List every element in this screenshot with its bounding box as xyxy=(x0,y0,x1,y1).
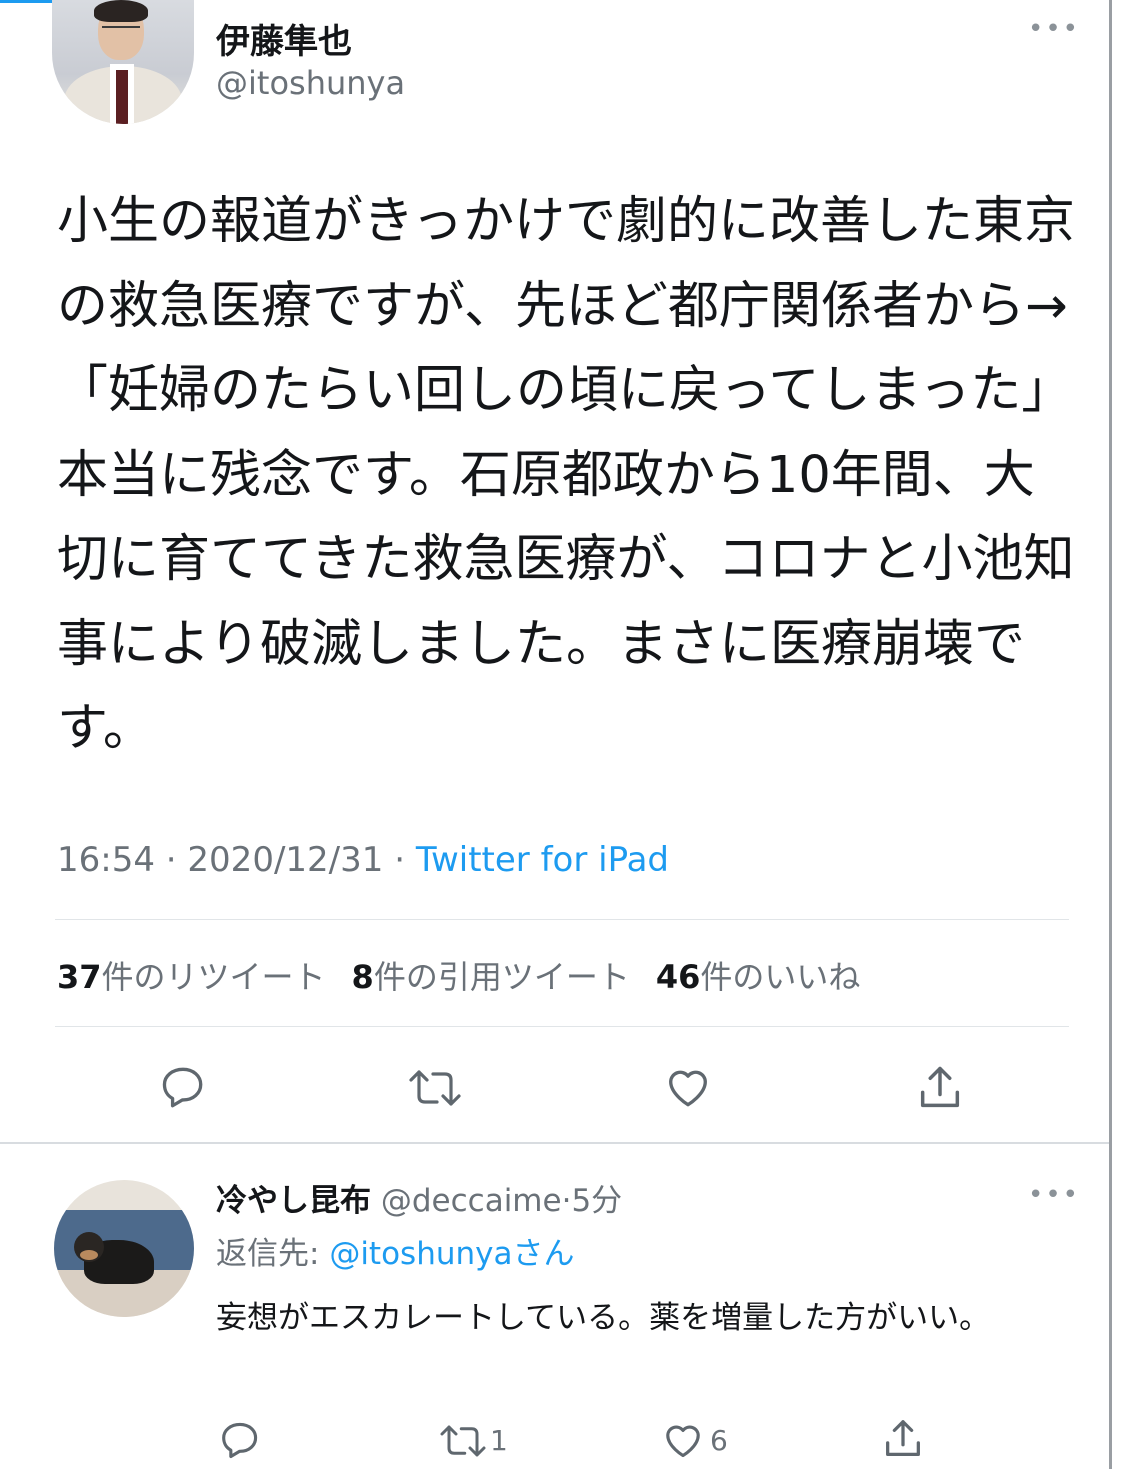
divider xyxy=(55,1026,1069,1027)
tweet-text: 小生の報道がきっかけで劇的に改善した東京の救急医療ですが、先ほど都庁関係者から→… xyxy=(57,192,1075,758)
top-accent-bar xyxy=(0,0,58,3)
avatar-dog-cheek xyxy=(80,1250,98,1260)
reply-like-count: 6 xyxy=(710,1424,728,1457)
tweet-source-link[interactable]: Twitter for iPad xyxy=(416,840,669,880)
meta-separator: · xyxy=(394,840,406,880)
retweet-count: 37 xyxy=(57,958,102,996)
retweet-stat[interactable]: 37件のリツイート xyxy=(57,958,326,996)
reply-text: 妄想がエスカレートしている。薬を増量した方がいい。 xyxy=(216,1300,991,1336)
scroll-edge xyxy=(1109,0,1112,1469)
section-divider xyxy=(0,1142,1109,1144)
reply-author-name[interactable]: 冷やし昆布 xyxy=(216,1183,371,1219)
like-icon[interactable] xyxy=(662,1062,714,1112)
divider xyxy=(55,919,1069,920)
more-options-icon[interactable]: ••• xyxy=(1028,14,1080,44)
avatar-glasses xyxy=(102,26,140,38)
author-handle[interactable]: @itoshunya xyxy=(216,64,405,102)
reply-more-options-icon[interactable]: ••• xyxy=(1028,1180,1080,1210)
like-stat[interactable]: 46件のいいね xyxy=(656,958,861,996)
avatar-tie xyxy=(116,70,128,124)
reply-reply-icon[interactable] xyxy=(218,1418,262,1462)
reply-time: 5分 xyxy=(571,1183,623,1219)
tweet-time: 16:54 xyxy=(57,840,155,880)
author-display-name[interactable]: 伊藤隼也 xyxy=(216,14,352,63)
tweet-stats: 37件のリツイート 8件の引用ツイート 46件のいいね xyxy=(57,952,860,998)
tweet-meta: 16:54 · 2020/12/31 · Twitter for iPad xyxy=(57,840,669,880)
avatar[interactable] xyxy=(52,0,194,124)
tweet-date: 2020/12/31 xyxy=(187,840,384,880)
reply-share-icon[interactable] xyxy=(880,1416,926,1462)
reply-to-link[interactable]: @itoshunyaさん xyxy=(329,1236,574,1272)
like-count: 46 xyxy=(655,958,701,996)
quote-stat-label: 件の引用ツイート xyxy=(373,958,630,996)
reply-separator: · xyxy=(561,1183,572,1219)
reply-avatar[interactable] xyxy=(54,1180,194,1317)
avatar-hair xyxy=(94,0,148,22)
retweet-stat-label: 件のリツイート xyxy=(101,958,326,996)
reply-like-icon[interactable] xyxy=(660,1418,706,1462)
reply-icon[interactable] xyxy=(158,1062,208,1112)
reply-retweet-icon[interactable] xyxy=(436,1420,490,1462)
reply-header: 冷やし昆布 @deccaime·5分 xyxy=(216,1175,622,1220)
quote-count: 8 xyxy=(351,958,374,996)
reply-to-handle: @itoshunya xyxy=(329,1236,513,1272)
share-icon[interactable] xyxy=(914,1062,966,1114)
quote-stat[interactable]: 8件の引用ツイート xyxy=(352,958,630,996)
reply-to-suffix: さん xyxy=(512,1236,575,1272)
like-stat-label: 件のいいね xyxy=(700,958,861,996)
reply-retweet-count: 1 xyxy=(490,1424,508,1457)
retweet-icon[interactable] xyxy=(404,1064,466,1112)
reply-to-label: 返信先: xyxy=(216,1236,320,1272)
reply-author-handle[interactable]: @deccaime xyxy=(381,1183,562,1219)
reply-to-line: 返信先: @itoshunyaさん xyxy=(216,1228,574,1273)
meta-separator: · xyxy=(165,840,177,880)
